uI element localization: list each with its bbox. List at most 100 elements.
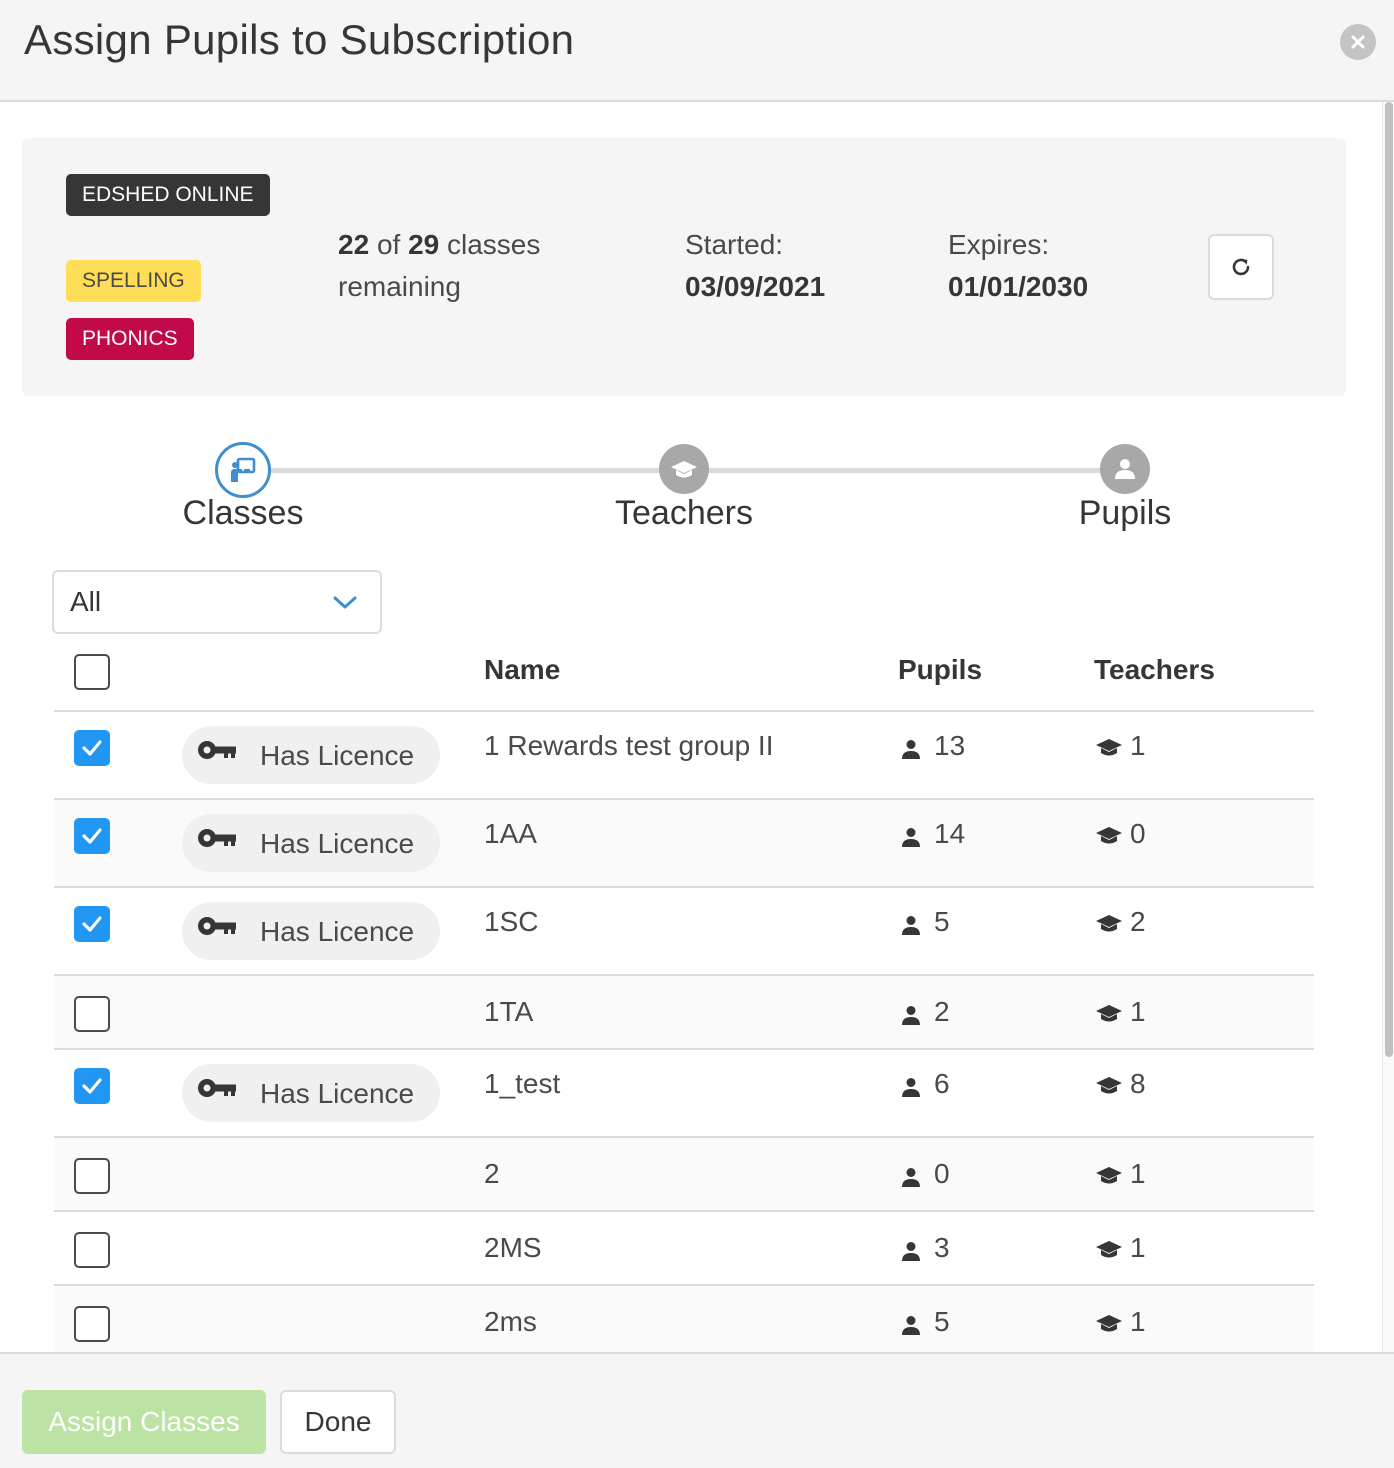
teacher-count: 1 [1130,996,1146,1027]
refresh-button[interactable] [1208,234,1274,300]
subscription-summary: EDSHED ONLINE SPELLING PHONICS 22 of 29 … [22,138,1346,396]
graduation-cap-icon [1095,1076,1123,1103]
table-row[interactable]: Has Licence 1SC 5 2 [54,888,1314,976]
tag-edshed-online: EDSHED ONLINE [66,174,270,216]
remaining-label: classes remaining [338,229,541,302]
graduation-cap-icon [1095,1314,1123,1341]
row-checkbox[interactable] [74,818,110,854]
step-pupils-circle[interactable] [1100,444,1150,494]
started-label: Started: [685,229,784,260]
teacher-count: 1 [1130,730,1146,761]
row-checkbox[interactable] [74,906,110,942]
table-row[interactable]: 2 0 1 [54,1138,1314,1212]
column-header-pupils[interactable]: Pupils [898,654,982,686]
select-all-checkbox[interactable] [74,654,110,690]
table-row[interactable]: Has Licence 1 Rewards test group II 13 1 [54,712,1314,800]
row-checkbox[interactable] [74,1232,110,1268]
modal-footer: Assign Classes Done [0,1352,1394,1468]
user-icon [900,1004,922,1031]
graduation-cap-icon [1095,1166,1123,1193]
pupil-count: 14 [934,818,966,849]
licence-badge: Has Licence [182,814,440,872]
column-header-teachers[interactable]: Teachers [1094,654,1215,686]
checkmark-icon [82,828,102,844]
of-label: of [376,229,401,260]
step-connector [243,468,684,473]
table-row[interactable]: 1TA 2 1 [54,976,1314,1050]
pupil-count: 6 [934,1068,950,1099]
started-date: 03/09/2021 [685,271,826,302]
user-icon [900,1076,922,1103]
pupil-count: 3 [934,1232,950,1263]
filter-select[interactable]: All [52,570,382,634]
row-checkbox[interactable] [74,1158,110,1194]
teacher-count: 2 [1130,906,1146,937]
user-icon [900,1314,922,1341]
scrollbar[interactable] [1382,102,1394,1352]
licence-label: Has Licence [260,916,415,947]
step-classes-label[interactable]: Classes [93,494,393,533]
class-name: 2ms [484,1306,537,1337]
checkmark-icon [82,740,102,756]
table-row[interactable]: 2ms 5 1 [54,1286,1314,1360]
graduation-cap-icon [1095,1004,1123,1031]
teacher-board-icon [231,457,256,482]
table-row[interactable]: 2MS 3 1 [54,1212,1314,1286]
done-button[interactable]: Done [280,1390,396,1454]
user-icon [900,826,922,853]
step-teachers-label[interactable]: Teachers [534,494,834,533]
licence-label: Has Licence [260,740,415,771]
row-checkbox[interactable] [74,996,110,1032]
licence-badge: Has Licence [182,726,440,784]
step-teachers-circle[interactable] [659,444,709,494]
classes-remaining: 22 of 29 classes remaining [338,224,598,308]
licence-label: Has Licence [260,828,415,859]
checkmark-icon [82,916,102,932]
close-button[interactable] [1340,24,1376,60]
licence-badge: Has Licence [182,902,440,960]
classes-total: 29 [408,229,440,260]
pupil-count: 13 [934,730,966,761]
row-checkbox[interactable] [74,1068,110,1104]
started-info: Started: 03/09/2021 [685,224,825,308]
teacher-count: 1 [1130,1306,1146,1337]
table-row[interactable]: Has Licence 1_test 6 8 [54,1050,1314,1138]
pupil-count: 2 [934,996,950,1027]
step-classes-circle[interactable] [215,442,271,498]
step-connector [684,468,1125,473]
teacher-count: 1 [1130,1232,1146,1263]
close-icon [1351,35,1365,49]
key-icon [198,917,236,935]
step-pupils-label[interactable]: Pupils [975,494,1275,533]
licence-label: Has Licence [260,1078,415,1109]
user-icon [900,1166,922,1193]
expires-info: Expires: 01/01/2030 [948,224,1088,308]
key-icon [198,1079,236,1097]
class-name: 2 [484,1158,500,1189]
class-name: 1AA [484,818,537,849]
expires-label: Expires: [948,229,1050,260]
table-header: Name Pupils Teachers [54,640,1314,712]
user-icon [1115,459,1135,479]
chevron-down-icon [333,596,357,609]
row-checkbox[interactable] [74,730,110,766]
table-row[interactable]: Has Licence 1AA 14 0 [54,800,1314,888]
user-icon [900,1240,922,1267]
class-name: 1TA [484,996,534,1027]
teacher-count: 1 [1130,1158,1146,1189]
user-icon [900,914,922,941]
refresh-icon [1232,258,1250,276]
graduation-cap-icon [1095,1240,1123,1267]
licence-badge: Has Licence [182,1064,440,1122]
graduation-cap-icon [1095,914,1123,941]
column-header-name[interactable]: Name [484,654,560,686]
class-name: 1_test [484,1068,561,1099]
classes-used: 22 [338,229,370,260]
scrollbar-thumb[interactable] [1385,102,1393,1057]
classes-table: Name Pupils Teachers Has Licence 1 Reward… [54,640,1314,1360]
filter-select-value: All [70,586,102,617]
assign-classes-button[interactable]: Assign Classes [22,1390,266,1454]
row-checkbox[interactable] [74,1306,110,1342]
graduation-cap-icon [1095,826,1123,853]
pupil-count: 5 [934,1306,950,1337]
